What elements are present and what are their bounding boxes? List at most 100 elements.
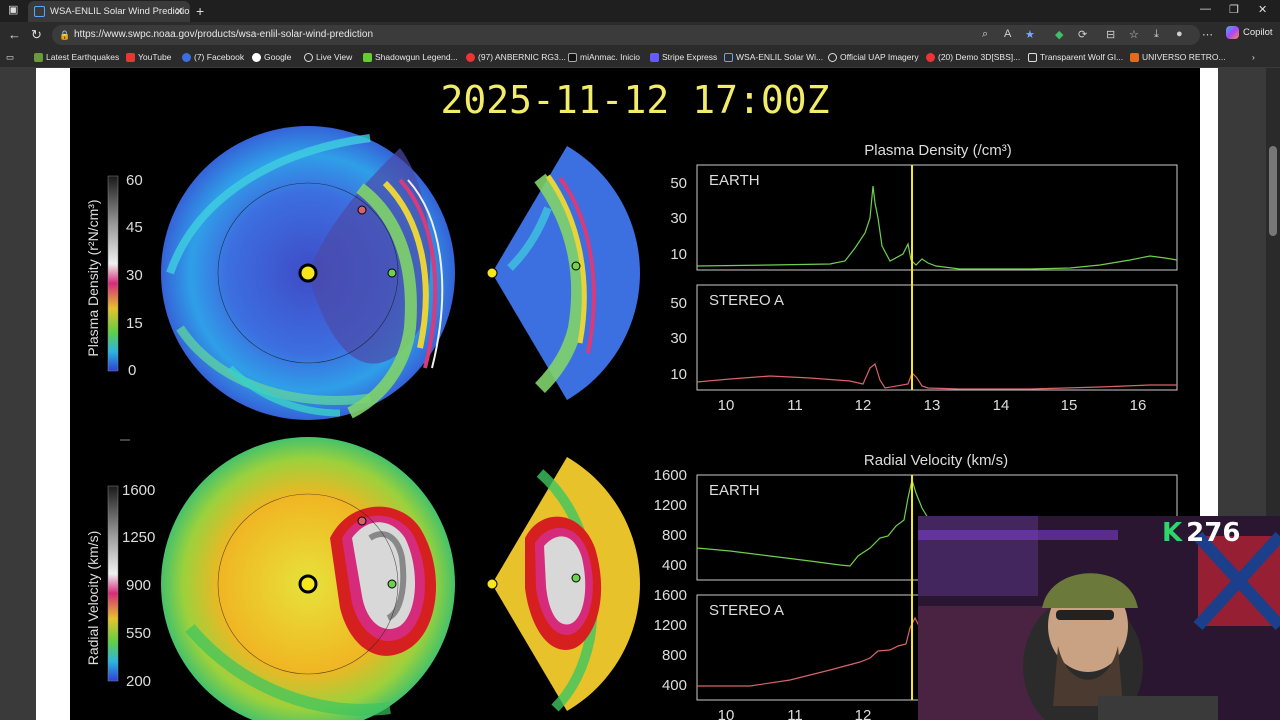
velocity-xtick-12: 12 — [855, 707, 872, 720]
velocity-earth-marker — [387, 579, 397, 589]
bookmark-facebook[interactable]: (7) Facebook — [182, 52, 244, 62]
velocity-xtick-11: 11 — [787, 707, 803, 720]
earthquake-icon — [34, 52, 43, 62]
density-meridional-wedge — [486, 146, 640, 400]
android-icon — [363, 52, 372, 62]
more-menu-icon[interactable]: ⋯ — [1202, 28, 1213, 41]
extension-icon[interactable]: ⟳ — [1078, 28, 1087, 41]
zoom-icon[interactable]: ⌕ — [982, 28, 988, 41]
restore-button[interactable]: ❐ — [1229, 3, 1239, 16]
density-timeseries-title: Plasma Density (/cm³) — [864, 142, 1012, 159]
density-earth-panel: EARTH 50 30 10 — [670, 164, 1178, 271]
velocity-stereo-ytick-1600: 1600 — [654, 587, 687, 604]
profile-avatar-icon[interactable]: ● — [1176, 28, 1183, 40]
velocity-earth-ytick-800: 800 — [662, 527, 687, 544]
velocity-stereo-a-label: STEREO A — [709, 602, 784, 619]
velocity-timeseries-title: Radial Velocity (km/s) — [864, 452, 1008, 469]
window-titlebar: ▣ WSA-ENLIL Solar Wind Prediction ✕ + — … — [0, 0, 1280, 22]
extension-shield-icon[interactable]: ◆ — [1055, 28, 1063, 41]
kick-logo-icon: K — [1162, 518, 1183, 548]
density-cb-tick-15: 15 — [126, 315, 143, 332]
bookmark-demo-3d[interactable]: (20) Demo 3D[SBS]... — [926, 52, 1020, 62]
bookmark-youtube[interactable]: YouTube — [126, 52, 171, 62]
density-stereo-ytick-10: 10 — [670, 366, 687, 383]
tab-actions-icon[interactable]: ▣ — [8, 3, 18, 16]
mianmac-icon — [568, 52, 577, 62]
density-xtick-13: 13 — [924, 397, 941, 414]
read-aloud-icon[interactable]: A — [1004, 28, 1011, 40]
bookmark-live-view[interactable]: Live View — [304, 52, 352, 62]
velocity-colorbar: Radial Velocity (km/s) 1600 1250 900 550… — [85, 482, 155, 690]
density-colorbar: Plasma Density (r²N/cm³) 60 45 30 15 0 — [85, 172, 143, 379]
uap-icon — [828, 52, 837, 62]
density-earth-ytick-30: 30 — [670, 210, 687, 227]
density-xtick-12: 12 — [855, 397, 872, 414]
google-icon — [252, 52, 261, 62]
velocity-stereo-ytick-400: 400 — [662, 677, 687, 694]
velocity-cb-tick-200: 200 — [126, 673, 151, 690]
back-button[interactable]: ← — [8, 27, 21, 42]
bookmark-wsa-enlil[interactable]: WSA-ENLIL Solar Wi... — [724, 52, 823, 62]
scrollbar-thumb[interactable] — [1269, 146, 1277, 236]
density-cb-tick-30: 30 — [126, 267, 143, 284]
bookmark-anbernic[interactable]: (97) ANBERNIC RG3... — [466, 52, 566, 62]
density-x-axis: 10 11 12 13 14 15 16 — [718, 397, 1147, 414]
toolbar: ← ↻ 🔒 https://www.swpc.noaa.gov/products… — [0, 22, 1280, 48]
split-screen-icon[interactable]: ⊟ — [1106, 28, 1115, 41]
bookmark-transparent-wolf[interactable]: Transparent Wolf GI... — [1028, 52, 1123, 62]
lock-icon: 🔒 — [59, 30, 71, 40]
youtube-icon — [926, 52, 935, 62]
bookmarks-menu-icon[interactable]: ▭ — [6, 52, 14, 63]
velocity-colorbar-label: Radial Velocity (km/s) — [85, 531, 101, 666]
density-xtick-10: 10 — [718, 397, 735, 414]
bookmark-stripe[interactable]: Stripe Express — [650, 52, 717, 62]
tab-wsa-enlil[interactable]: WSA-ENLIL Solar Wind Prediction ✕ — [28, 1, 190, 22]
copilot-button[interactable]: Copilot — [1226, 26, 1273, 39]
bookmarks-overflow-icon[interactable]: › — [1252, 52, 1255, 62]
downloads-icon[interactable]: ⤓ — [1154, 28, 1159, 41]
density-earth-label: EARTH — [709, 172, 760, 189]
favorite-star-icon[interactable]: ★ — [1025, 28, 1035, 41]
youtube-icon — [126, 52, 135, 62]
density-earth-ytick-10: 10 — [670, 246, 687, 263]
minimize-button[interactable]: — — [1200, 3, 1211, 15]
velocity-earth-ytick-1600: 1600 — [654, 467, 687, 484]
timestamp-title: 2025-11-12 17:00Z — [441, 78, 830, 122]
density-xtick-14: 14 — [993, 397, 1010, 414]
velocity-earth-ytick-1200: 1200 — [654, 497, 687, 514]
close-tab-icon[interactable]: ✕ — [175, 5, 184, 18]
velocity-earth-ytick-400: 400 — [662, 557, 687, 574]
tab-title: WSA-ENLIL Solar Wind Prediction — [50, 6, 190, 17]
density-stereo-ytick-30: 30 — [670, 330, 687, 347]
close-window-button[interactable]: ✕ — [1258, 3, 1267, 16]
velocity-ecliptic-disk — [161, 437, 455, 720]
velocity-stereo-ytick-800: 800 — [662, 647, 687, 664]
follower-count: 276 — [1186, 518, 1241, 548]
noaa-icon — [724, 52, 733, 62]
density-xtick-11: 11 — [787, 397, 803, 414]
density-earth-marker — [387, 268, 397, 278]
favorites-icon[interactable]: ☆ — [1129, 28, 1139, 41]
bookmark-google[interactable]: Google — [252, 52, 291, 62]
wedge-earth-marker — [571, 261, 581, 271]
new-tab-button[interactable]: + — [196, 3, 204, 19]
density-stereo-a-panel: STEREO A 50 30 10 — [670, 284, 1178, 391]
velocity-stereo-a-marker — [357, 516, 367, 526]
youtube-icon — [466, 52, 475, 62]
velocity-cb-tick-550: 550 — [126, 625, 151, 642]
bookmark-mianmac[interactable]: miAnmac. Inicio — [568, 52, 640, 62]
density-cb-tick-45: 45 — [126, 219, 143, 236]
wedge-vel-earth-marker — [571, 573, 581, 583]
copilot-icon — [1226, 26, 1239, 39]
density-cb-tick-60: 60 — [126, 172, 143, 189]
bookmark-uap[interactable]: Official UAP Imagery — [828, 52, 919, 62]
wedge-sun-marker — [486, 267, 498, 279]
velocity-x-axis: 10 11 12 — [718, 707, 872, 720]
bookmark-latest-earthquakes[interactable]: Latest Earthquakes — [34, 52, 119, 62]
density-xtick-16: 16 — [1130, 397, 1147, 414]
bookmark-universo-retro[interactable]: UNIVERSO RETRO... — [1130, 52, 1226, 62]
refresh-button[interactable]: ↻ — [31, 27, 42, 43]
kick-follower-badge: K 276 — [1162, 518, 1240, 548]
density-earth-ytick-50: 50 — [670, 175, 687, 192]
bookmark-shadowgun[interactable]: Shadowgun Legend... — [363, 52, 458, 62]
